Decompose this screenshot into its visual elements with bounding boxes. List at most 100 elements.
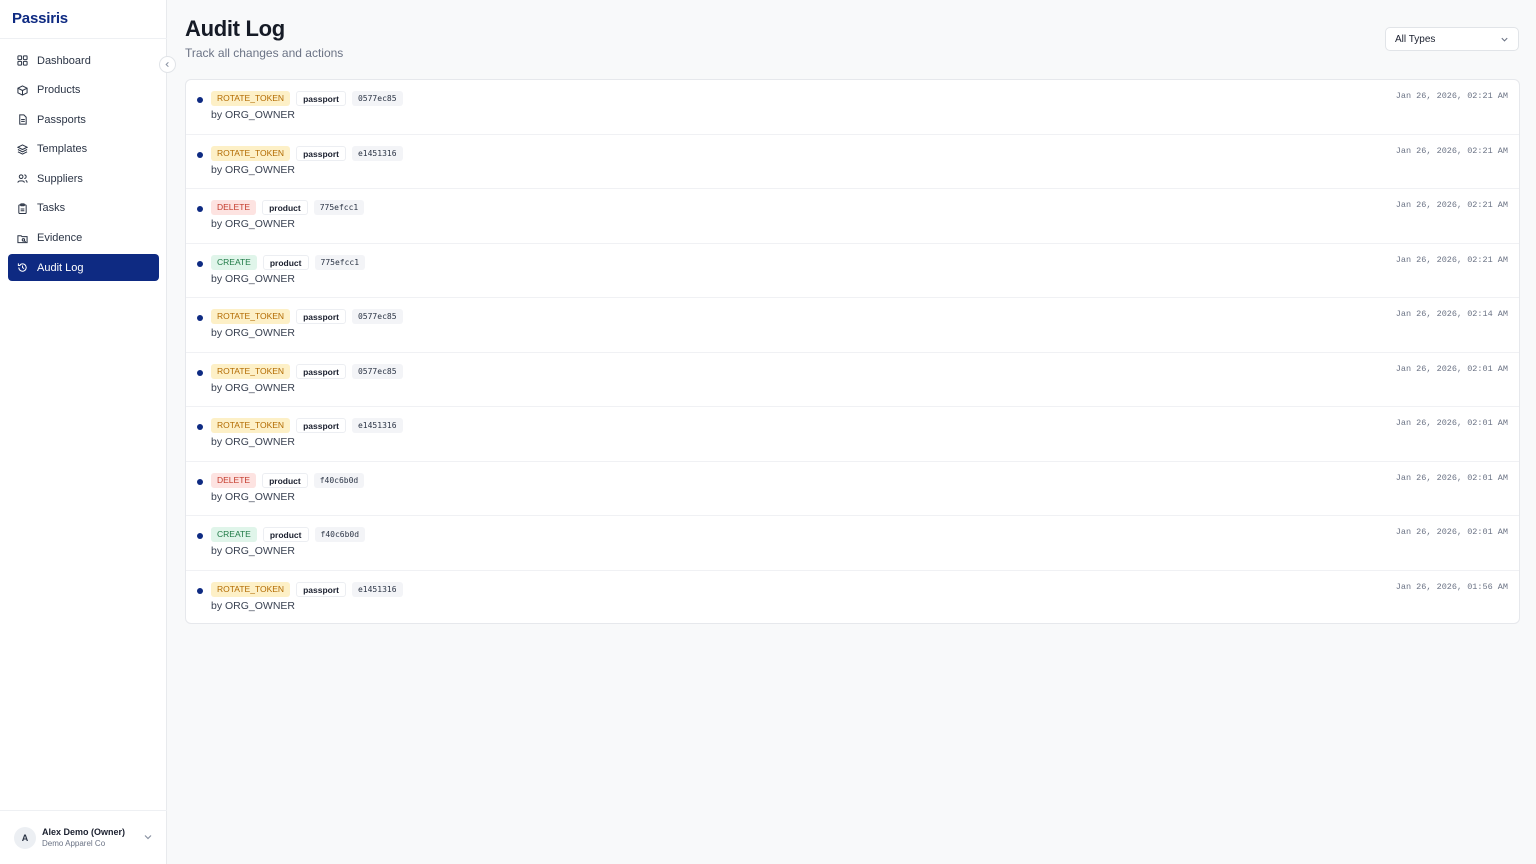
sidebar-item-evidence[interactable]: Evidence (8, 225, 159, 252)
status-dot (197, 533, 203, 539)
entity-badge: passport (296, 91, 346, 106)
user-org: Demo Apparel Co (42, 839, 106, 848)
timestamp: Jan 26, 2026, 02:21 AM (1395, 254, 1508, 265)
actor-text: by ORG_OWNER (211, 218, 296, 230)
sidebar-item-products[interactable]: Products (8, 77, 159, 104)
log-entry[interactable]: ROTATE_TOKEN passport e1451316 by ORG_OWNER… (186, 407, 1519, 462)
action-badge: DELETE (211, 200, 257, 215)
log-entry[interactable]: DELETE product 775efcc1 by ORG_OWNER Jan 26,… (186, 189, 1519, 244)
status-dot (197, 315, 203, 321)
user-menu[interactable]: A Alex Demo (Owner) Demo Apparel Co (14, 826, 159, 850)
users-icon (17, 173, 28, 184)
timestamp: Jan 26, 2026, 02:21 AM (1395, 200, 1508, 210)
entity-id-badge: 0577ec85 (351, 309, 403, 324)
entity-badge: passport (296, 363, 346, 379)
entity-id-badge: 775efcc1 (313, 200, 365, 215)
status-dot (197, 97, 203, 103)
sidebar-item-tasks[interactable]: Tasks (8, 195, 159, 222)
timestamp: Jan 26, 2026, 02:01 AM (1395, 363, 1508, 374)
sidebar-item-label: Dashboard (37, 54, 91, 67)
chevron-left-icon (165, 61, 169, 68)
action-badge: ROTATE_TOKEN (211, 581, 291, 597)
status-dot (197, 151, 203, 158)
entity-id-badge: f40c6b0d (313, 472, 365, 488)
log-entry[interactable]: DELETE product f40c6b0d by ORG_OWNER Jan 26,… (186, 462, 1519, 516)
timestamp: Jan 26, 2026, 02:01 AM (1395, 527, 1508, 537)
action-badge: ROTATE_TOKEN (211, 145, 291, 161)
timestamp: Jan 26, 2026, 02:01 AM (1395, 472, 1508, 483)
audit-log-list: ROTATE_TOKEN passport 0577ec85 by ORG_OWNER… (185, 79, 1520, 624)
sidebar-divider (0, 38, 167, 39)
log-entry[interactable]: CREATE product 775efcc1 by ORG_OWNER Jan 26,… (186, 244, 1519, 298)
log-entry[interactable]: ROTATE_TOKEN passport 0577ec85 by ORG_OWNER… (186, 298, 1519, 353)
log-entry[interactable]: ROTATE_TOKEN passport 0577ec85 by ORG_OWNER… (186, 353, 1519, 407)
entity-badge: passport (296, 145, 346, 161)
entity-id-badge: e1451316 (351, 581, 403, 597)
timestamp: Jan 26, 2026, 02:21 AM (1395, 145, 1508, 156)
chevron-down-icon (1501, 37, 1508, 42)
entity-badge: passport (296, 309, 346, 324)
status-dot (197, 369, 203, 376)
log-entry[interactable]: ROTATE_TOKEN passport e1451316 by ORG_OWNER… (186, 135, 1519, 189)
folder-icon (17, 233, 28, 244)
sidebar-item-label: Passports (37, 113, 86, 126)
page-subtitle: Track all changes and actions (185, 46, 344, 60)
timestamp: Jan 26, 2026, 02:14 AM (1395, 309, 1508, 319)
sidebar-item-dashboard[interactable]: Dashboard (8, 47, 159, 74)
status-dot (197, 587, 203, 594)
entity-id-badge: 0577ec85 (351, 363, 403, 379)
status-dot (197, 260, 203, 267)
action-badge: ROTATE_TOKEN (211, 363, 291, 379)
status-dot (197, 478, 203, 485)
entity-badge: product (262, 200, 308, 215)
clipboard-icon (17, 203, 28, 214)
sidebar-item-label: Suppliers (37, 172, 83, 185)
entity-badge: passport (296, 581, 346, 597)
actor-text: by ORG_OWNER (211, 109, 296, 121)
actor-text: by ORG_OWNER (211, 327, 296, 339)
sidebar-item-label: Tasks (37, 202, 66, 215)
timestamp: Jan 26, 2026, 02:21 AM (1395, 91, 1508, 101)
status-dot (197, 424, 203, 430)
sidebar-item-audit-log[interactable]: Audit Log (8, 254, 159, 282)
entity-id-badge: e1451316 (351, 418, 403, 433)
actor-text: by ORG_OWNER (211, 436, 296, 448)
sidebar-item-suppliers[interactable]: Suppliers (8, 165, 159, 192)
sidebar: Passiris Dashboard Products Passports Templ… (0, 0, 167, 864)
sidebar-item-label: Evidence (37, 232, 83, 245)
page-title: Audit Log (185, 16, 285, 41)
actor-text: by ORG_OWNER (211, 272, 296, 285)
log-entry[interactable]: ROTATE_TOKEN passport e1451316 by ORG_OWNER… (186, 571, 1519, 624)
sidebar-item-passports[interactable]: Passports (8, 106, 159, 133)
type-filter-select[interactable]: All Types (1385, 27, 1519, 51)
action-badge: ROTATE_TOKEN (211, 91, 291, 106)
log-entry[interactable]: ROTATE_TOKEN passport 0577ec85 by ORG_OWNER… (186, 80, 1519, 135)
sidebar-item-label: Products (37, 84, 81, 97)
chevron-down-icon (144, 835, 152, 840)
user-divider (0, 810, 167, 811)
brand-logo[interactable]: Passiris (12, 10, 68, 27)
avatar: A (14, 827, 36, 849)
file-icon (17, 114, 28, 125)
layers-icon (17, 144, 28, 155)
action-badge: CREATE (211, 254, 257, 270)
entity-badge: product (262, 472, 308, 488)
sidebar-item-label: Audit Log (37, 261, 84, 274)
timestamp: Jan 26, 2026, 02:01 AM (1395, 418, 1508, 428)
entity-badge: product (262, 254, 309, 270)
actor-text: by ORG_OWNER (211, 381, 296, 394)
log-entry[interactable]: CREATE product f40c6b0d by ORG_OWNER Jan 26,… (186, 516, 1519, 571)
entity-id-badge: 0577ec85 (351, 91, 403, 106)
action-badge: ROTATE_TOKEN (211, 309, 291, 324)
entity-badge: passport (296, 418, 346, 433)
action-badge: CREATE (211, 527, 257, 542)
sidebar-nav: Dashboard Products Passports Templates Suppl… (8, 47, 159, 284)
actor-text: by ORG_OWNER (211, 163, 296, 176)
dashboard-icon (17, 55, 28, 66)
timestamp: Jan 26, 2026, 01:56 AM (1395, 581, 1508, 592)
entity-badge: product (262, 527, 309, 542)
user-name: Alex Demo (Owner) (42, 827, 126, 837)
actor-text: by ORG_OWNER (211, 545, 296, 557)
sidebar-item-templates[interactable]: Templates (8, 136, 159, 163)
collapse-sidebar-button[interactable] (159, 56, 176, 73)
